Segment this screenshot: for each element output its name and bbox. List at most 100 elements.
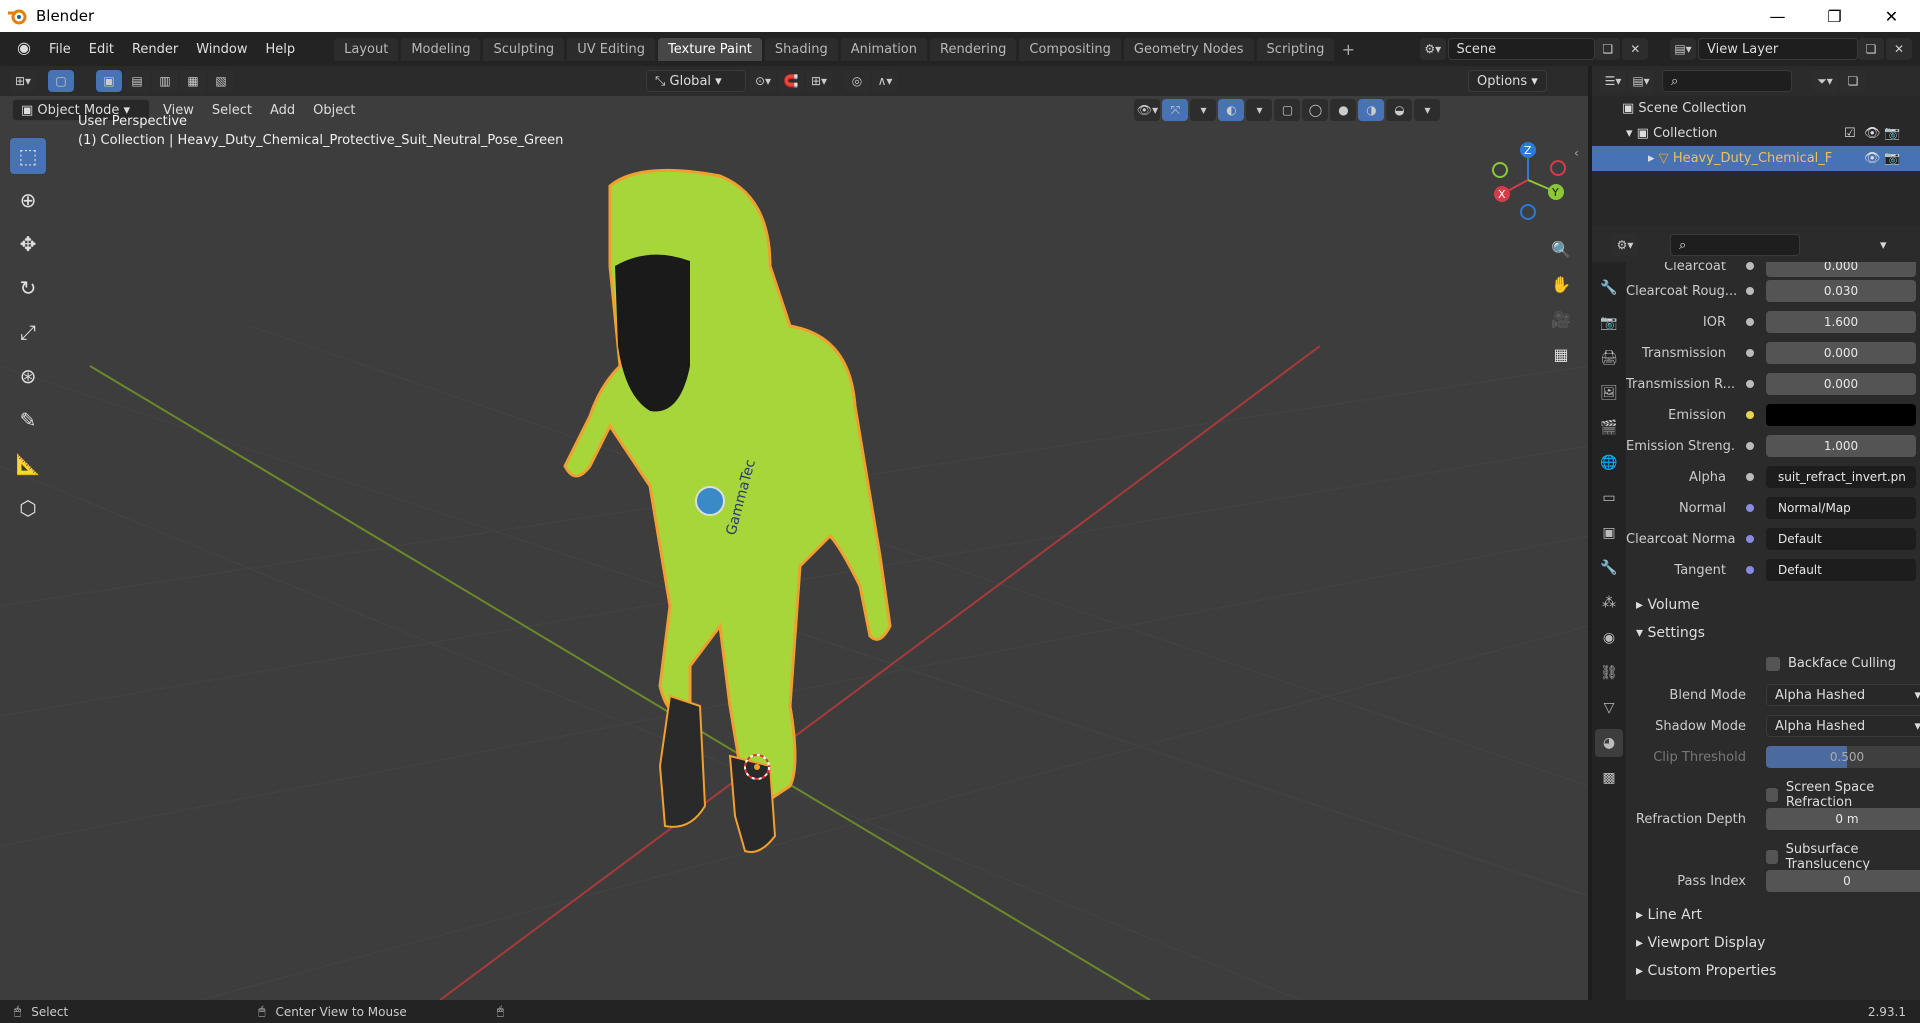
tab-shading[interactable]: Shading — [764, 37, 838, 61]
annotate-tool-icon[interactable]: ✎ — [10, 402, 46, 438]
transform-tool-icon[interactable]: ⊛ — [10, 358, 46, 394]
expand-arrow-icon[interactable]: ▾ — [1626, 126, 1637, 141]
particles-tab-icon[interactable]: ⁂ — [1595, 589, 1623, 617]
tab-uv-editing[interactable]: UV Editing — [567, 37, 656, 61]
keyframe-dot-icon[interactable] — [1746, 349, 1754, 357]
transform-orientation-dropdown[interactable]: ⤡ Global ▾ — [646, 70, 746, 92]
display-mode-icon[interactable]: ▤▾ — [1628, 70, 1654, 92]
proportional-edit-icon[interactable]: ◎ — [844, 70, 870, 92]
shading-rendered-icon[interactable]: ◒ — [1386, 99, 1413, 121]
clearcoat-normal-field[interactable]: Default — [1766, 528, 1916, 550]
transmission-roughness-field[interactable]: 0.000 — [1766, 373, 1916, 395]
close-icon[interactable]: ✕ — [1863, 0, 1920, 32]
pass-index-field[interactable]: 0 — [1766, 870, 1920, 892]
scale-tool-icon[interactable]: ⤢ — [10, 314, 46, 350]
rotate-tool-icon[interactable]: ↻ — [10, 270, 46, 306]
world-tab-icon[interactable]: 🌐 — [1595, 449, 1623, 477]
filter-icon[interactable]: ⏷▾ — [1812, 70, 1838, 92]
scene-name-field[interactable]: Scene — [1447, 38, 1595, 60]
collection-render-icon[interactable]: 📷 — [1884, 126, 1900, 141]
tab-modeling[interactable]: Modeling — [401, 37, 481, 61]
refraction-depth-field[interactable]: 0 m — [1766, 808, 1920, 830]
add-cube-tool-icon[interactable]: ⬡ — [10, 490, 46, 526]
delete-scene-icon[interactable]: ✕ — [1622, 38, 1648, 60]
tangent-field[interactable]: Default — [1766, 559, 1916, 581]
section-custom-properties[interactable]: ▸ Custom Properties — [1626, 958, 1920, 984]
keyframe-dot-icon[interactable] — [1746, 262, 1754, 270]
menu-edit[interactable]: Edit — [80, 42, 123, 57]
section-line-art[interactable]: ▸ Line Art — [1626, 902, 1920, 928]
menu-help[interactable]: Help — [257, 42, 305, 57]
collection-checkbox-icon[interactable]: ☑ — [1844, 126, 1856, 141]
hazmat-suit-model[interactable]: GammaTec — [563, 168, 892, 853]
keyframe-dot-icon[interactable] — [1746, 380, 1754, 388]
output-tab-icon[interactable]: 🖨 — [1595, 344, 1623, 372]
sidebar-toggle-icon[interactable]: ‹ — [1574, 146, 1579, 160]
ior-field[interactable]: 1.600 — [1766, 311, 1916, 333]
menu-window[interactable]: Window — [187, 42, 256, 57]
new-scene-icon[interactable]: ❏ — [1594, 38, 1621, 60]
transmission-field[interactable]: 0.000 — [1766, 342, 1916, 364]
tab-rendering[interactable]: Rendering — [930, 37, 1017, 61]
shading-material-icon[interactable]: ◑ — [1358, 99, 1385, 121]
keyframe-dot-icon[interactable] — [1746, 287, 1754, 295]
subsurface-translucency-checkbox[interactable]: Subsurface Translucency — [1766, 842, 1920, 872]
object-visibility-icon[interactable]: 👁 — [1864, 151, 1881, 166]
view-layer-field[interactable]: View Layer — [1698, 38, 1858, 60]
camera-view-icon[interactable]: 🎥 — [1548, 306, 1574, 332]
maximize-icon[interactable]: ❐ — [1806, 0, 1863, 32]
object-tab-icon[interactable]: ▣ — [1595, 519, 1623, 547]
tab-layout[interactable]: Layout — [334, 37, 399, 61]
texture-tab-icon[interactable]: ▩ — [1595, 764, 1623, 792]
emission-strength-field[interactable]: 1.000 — [1766, 435, 1916, 457]
screen-space-refraction-checkbox[interactable]: Screen Space Refraction — [1766, 780, 1920, 810]
tool-tab-icon[interactable]: 🔧 — [1595, 274, 1623, 302]
minimize-icon[interactable]: — — [1749, 0, 1806, 32]
proportional-falloff-icon[interactable]: ∧▾ — [872, 70, 898, 92]
blender-menu-icon[interactable]: ◉ — [8, 38, 31, 60]
section-volume[interactable]: ▸ Volume — [1626, 592, 1920, 618]
3d-viewport[interactable]: GammaTec ⊞▾ ▢ ▣ ▤ ▥ ▦ ▧ ⤡ Global ▾ ⊙▾ 🧲 … — [0, 66, 1588, 1000]
xray-icon[interactable]: ▢ — [1274, 99, 1301, 121]
new-view-layer-icon[interactable]: ❏ — [1858, 38, 1884, 60]
select-mode-extend-icon[interactable]: ▤ — [124, 70, 150, 92]
shading-wireframe-icon[interactable]: ◯ — [1302, 99, 1329, 121]
properties-editor-type-icon[interactable]: ⚙▾ — [1612, 234, 1638, 256]
visibility-icon[interactable]: 👁▾ — [1134, 99, 1161, 121]
keyframe-dot-icon[interactable] — [1746, 318, 1754, 326]
neg-x-axis-icon[interactable] — [1550, 160, 1566, 176]
material-tab-icon[interactable]: ◕ — [1595, 729, 1623, 757]
socket-dot-icon[interactable] — [1746, 473, 1754, 481]
tab-scripting[interactable]: Scripting — [1256, 37, 1335, 61]
move-tool-icon[interactable]: ✥ — [10, 226, 46, 262]
viewport-menu-object[interactable]: Object — [304, 103, 364, 118]
measure-tool-icon[interactable]: 📐 — [10, 446, 46, 482]
keyframe-dot-icon[interactable] — [1746, 442, 1754, 450]
new-collection-icon[interactable]: ❏ — [1840, 70, 1866, 92]
backface-culling-checkbox[interactable]: Backface Culling — [1766, 656, 1896, 671]
socket-dot-icon[interactable] — [1746, 411, 1754, 419]
select-mode-subtract-icon[interactable]: ▥ — [152, 70, 178, 92]
collection-tab-icon[interactable]: ▭ — [1595, 484, 1623, 512]
object-render-icon[interactable]: 📷 — [1884, 151, 1900, 166]
socket-dot-icon[interactable] — [1746, 535, 1754, 543]
clearcoat-roughness-field[interactable]: 0.030 — [1766, 280, 1916, 302]
constraints-tab-icon[interactable]: ⛓ — [1595, 659, 1623, 687]
render-tab-icon[interactable]: 📷 — [1595, 309, 1623, 337]
outliner-search-input[interactable]: ⌕ — [1662, 70, 1792, 92]
physics-tab-icon[interactable]: ◉ — [1595, 624, 1623, 652]
neg-y-axis-icon[interactable] — [1492, 162, 1508, 178]
outliner-object-row[interactable]: ▸ ▽ Heavy_Duty_Chemical_F 👁 📷 — [1592, 146, 1920, 171]
socket-dot-icon[interactable] — [1746, 504, 1754, 512]
clip-threshold-slider[interactable]: 0.500 — [1766, 746, 1920, 768]
menu-file[interactable]: File — [40, 42, 80, 57]
tab-geometry-nodes[interactable]: Geometry Nodes — [1123, 37, 1254, 61]
section-viewport-display[interactable]: ▸ Viewport Display — [1626, 930, 1920, 956]
clearcoat-field[interactable]: 0.000 — [1766, 262, 1916, 277]
delete-view-layer-icon[interactable]: ✕ — [1886, 38, 1912, 60]
overlay-toggle-icon[interactable]: ◐ — [1218, 99, 1245, 121]
outliner-scene-collection[interactable]: ▣ Scene Collection — [1592, 96, 1920, 121]
shadow-mode-dropdown[interactable]: Alpha Hashed ▾ — [1766, 715, 1920, 737]
select-tool-icon[interactable]: ⬚ — [10, 138, 46, 174]
gizmo-dropdown-icon[interactable]: ▾ — [1190, 99, 1217, 121]
